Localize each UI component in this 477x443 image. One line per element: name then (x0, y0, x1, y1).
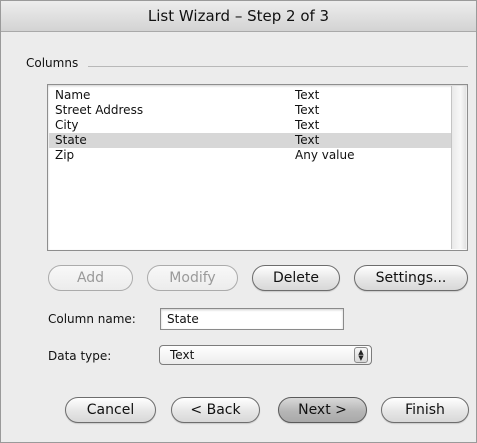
delete-button[interactable]: Delete (252, 265, 340, 291)
column-name-field[interactable]: State (160, 308, 344, 330)
columns-list[interactable]: Name Text Street Address Text City Text … (47, 84, 468, 251)
column-name-cell: Zip (55, 148, 75, 162)
data-type-label: Data type: (48, 349, 112, 363)
back-button[interactable]: < Back (171, 397, 260, 423)
column-name-cell: State (55, 133, 87, 147)
list-item-selected[interactable]: State Text (49, 133, 452, 148)
cancel-button[interactable]: Cancel (65, 397, 156, 423)
list-item[interactable]: City Text (49, 118, 452, 133)
column-name-cell: Street Address (55, 103, 144, 117)
modify-button[interactable]: Modify (147, 265, 238, 291)
column-name-label: Column name: (48, 312, 136, 326)
column-type-cell: Text (295, 118, 320, 132)
columns-group-divider (88, 66, 468, 67)
list-scrollbar[interactable] (451, 86, 466, 249)
list-item[interactable]: Street Address Text (49, 103, 452, 118)
list-wizard-window: List Wizard – Step 2 of 3 Columns Name T… (0, 0, 477, 443)
data-type-select[interactable]: Text ▲ ▼ (159, 345, 372, 365)
column-type-cell: Any value (295, 148, 355, 162)
add-button[interactable]: Add (48, 265, 133, 291)
columns-group-label: Columns (26, 56, 79, 70)
settings-button[interactable]: Settings... (354, 265, 468, 291)
column-type-cell: Text (295, 133, 320, 147)
data-type-value: Text (170, 348, 195, 362)
popup-arrows-icon: ▲ ▼ (354, 347, 368, 363)
column-type-cell: Text (295, 103, 320, 117)
column-type-cell: Text (295, 88, 320, 102)
column-name-cell: Name (55, 88, 91, 102)
next-button[interactable]: Next > (278, 397, 367, 423)
list-item[interactable]: Zip Any value (49, 148, 452, 163)
list-item[interactable]: Name Text (49, 88, 452, 103)
window-title: List Wizard – Step 2 of 3 (1, 1, 476, 32)
finish-button[interactable]: Finish (381, 397, 469, 423)
column-name-cell: City (55, 118, 79, 132)
